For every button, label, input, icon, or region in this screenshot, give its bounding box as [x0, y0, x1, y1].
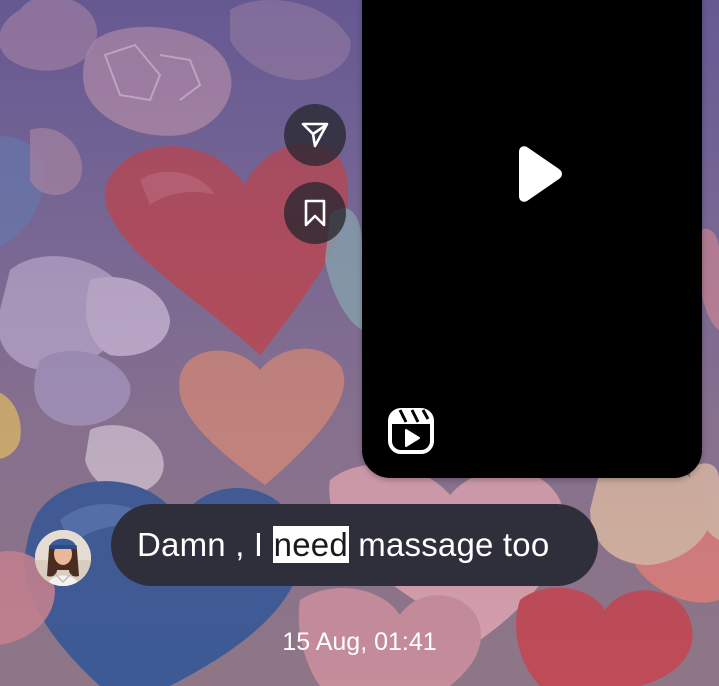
selected-word[interactable]: need — [272, 526, 349, 563]
reels-icon — [388, 408, 434, 454]
message-text-start: Damn , I — [137, 526, 273, 563]
avatar-image — [35, 530, 91, 586]
message-bubble[interactable]: Damn , I need massage too — [111, 504, 598, 586]
play-icon[interactable] — [505, 144, 565, 204]
chat-screen: Damn , I need massage too 15 Aug, 01:41 — [0, 0, 719, 686]
bookmark-icon — [304, 199, 326, 227]
share-button[interactable] — [284, 104, 346, 166]
timestamp-text: 15 Aug, 01:41 — [282, 628, 437, 656]
save-button[interactable] — [284, 182, 346, 244]
message-text-end: massage too — [348, 526, 550, 563]
avatar[interactable] — [35, 530, 91, 586]
shared-reel-card[interactable] — [362, 0, 702, 478]
message-text: Damn , I need massage too — [137, 526, 549, 564]
send-icon — [301, 122, 329, 148]
message-timestamp: 15 Aug, 01:41 — [0, 628, 719, 657]
